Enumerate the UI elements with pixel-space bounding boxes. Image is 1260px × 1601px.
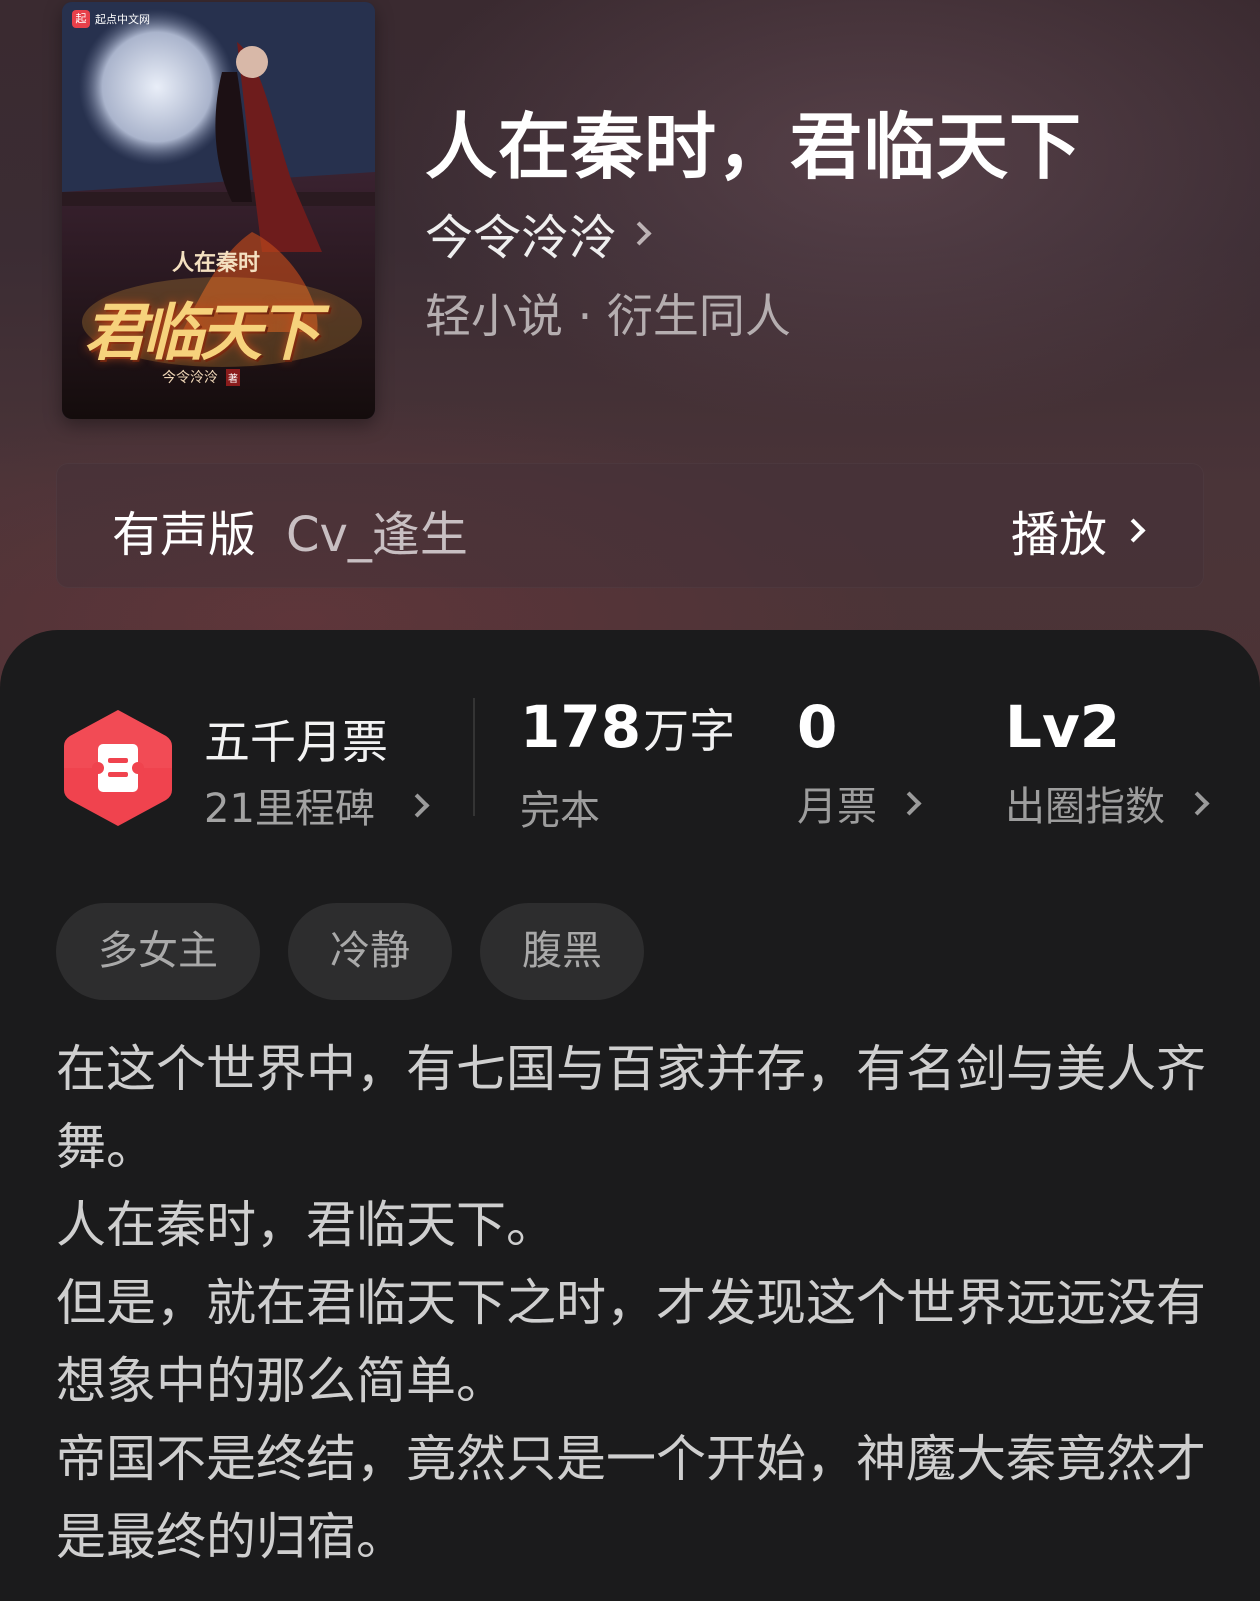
cover-author-line: 今令泠泠 著 xyxy=(162,367,240,387)
play-label: 播放 xyxy=(1010,507,1107,563)
milestone-link[interactable]: 21里程碑 xyxy=(204,776,430,834)
audiobook-label: 有声版 xyxy=(112,507,257,563)
stats-divider xyxy=(473,698,475,816)
completion-status: 完本 xyxy=(520,788,600,834)
author-link[interactable]: 今令泠泠 xyxy=(425,198,652,268)
word-count-unit: 万字 xyxy=(643,704,736,758)
monthly-ticket-stat[interactable]: 0 月票 xyxy=(797,692,922,832)
synopsis-paragraph: 但是，就在君临天下之时，才发现这个世界远远没有想象中的那么简单。 xyxy=(56,1274,1206,1410)
publisher-logo-icon: 起 xyxy=(72,10,90,28)
synopsis-paragraph: 人在秦时，君临天下。 xyxy=(56,1196,556,1254)
tag-chip[interactable]: 冷静 xyxy=(288,903,452,1000)
cover-author-suffix: 著 xyxy=(226,368,240,386)
popularity-index-label: 出圈指数 xyxy=(1005,784,1165,830)
word-count-value: 178 xyxy=(520,693,642,761)
tag-list: 多女主 冷静 腹黑 xyxy=(56,903,644,1000)
milestone-label: 21里程碑 xyxy=(204,786,375,832)
synopsis-paragraph: 帝国不是终结，竟然只是一个开始，神魔大秦竟然才是最终的归宿。 xyxy=(56,1430,1206,1566)
tag-chip[interactable]: 腹黑 xyxy=(480,903,644,1000)
chevron-right-icon xyxy=(1185,790,1210,816)
audiobook-bar[interactable]: 有声版 Cv_逢生 播放 xyxy=(56,463,1204,588)
cover-publisher-badge: 起 起点中文网 xyxy=(72,10,150,28)
popularity-index-value: Lv2 xyxy=(1005,693,1121,761)
book-cover[interactable]: 起 起点中文网 人在秦时 君临天下 今令泠泠 著 xyxy=(62,2,375,419)
word-count-stat: 178 万字 完本 xyxy=(520,692,735,836)
book-synopsis[interactable]: 在这个世界中，有七国与百家并存，有名剑与美人齐舞。 人在秦时，君临天下。 但是，… xyxy=(56,1030,1206,1576)
book-header: 起 起点中文网 人在秦时 君临天下 今令泠泠 著 人在秦时，君临天下 今令泠泠 … xyxy=(0,0,1260,700)
chevron-right-icon xyxy=(627,220,652,246)
book-title: 人在秦时，君临天下 xyxy=(425,104,1083,189)
play-button[interactable]: 播放 xyxy=(1010,495,1146,565)
book-detail-sheet: 五千月票 21里程碑 178 万字 完本 0 月票 Lv2 出圈指数 多女主 冷… xyxy=(0,630,1260,1601)
chevron-right-icon xyxy=(897,790,922,816)
synopsis-paragraph: 在这个世界中，有七国与百家并存，有名剑与美人齐舞。 xyxy=(56,1040,1206,1176)
cover-title: 君临天下 xyxy=(84,296,320,369)
tag-chip[interactable]: 多女主 xyxy=(56,903,260,1000)
popularity-index-stat[interactable]: Lv2 出圈指数 xyxy=(1005,692,1210,832)
monthly-ticket-badge-icon xyxy=(64,710,172,826)
chevron-right-icon xyxy=(1121,517,1146,543)
monthly-ticket-value: 0 xyxy=(797,693,838,761)
chevron-right-icon xyxy=(405,792,430,818)
cover-author: 今令泠泠 xyxy=(162,370,218,386)
book-genre: 轻小说 · 衍生同人 xyxy=(425,289,791,343)
cover-subtitle: 人在秦时 xyxy=(172,250,261,276)
award-title: 五千月票 xyxy=(204,715,388,769)
monthly-ticket-label: 月票 xyxy=(797,784,877,830)
author-name: 今令泠泠 xyxy=(425,210,618,266)
cover-publisher: 起点中文网 xyxy=(95,13,150,26)
audiobook-narrator: Cv_逢生 xyxy=(286,507,468,563)
